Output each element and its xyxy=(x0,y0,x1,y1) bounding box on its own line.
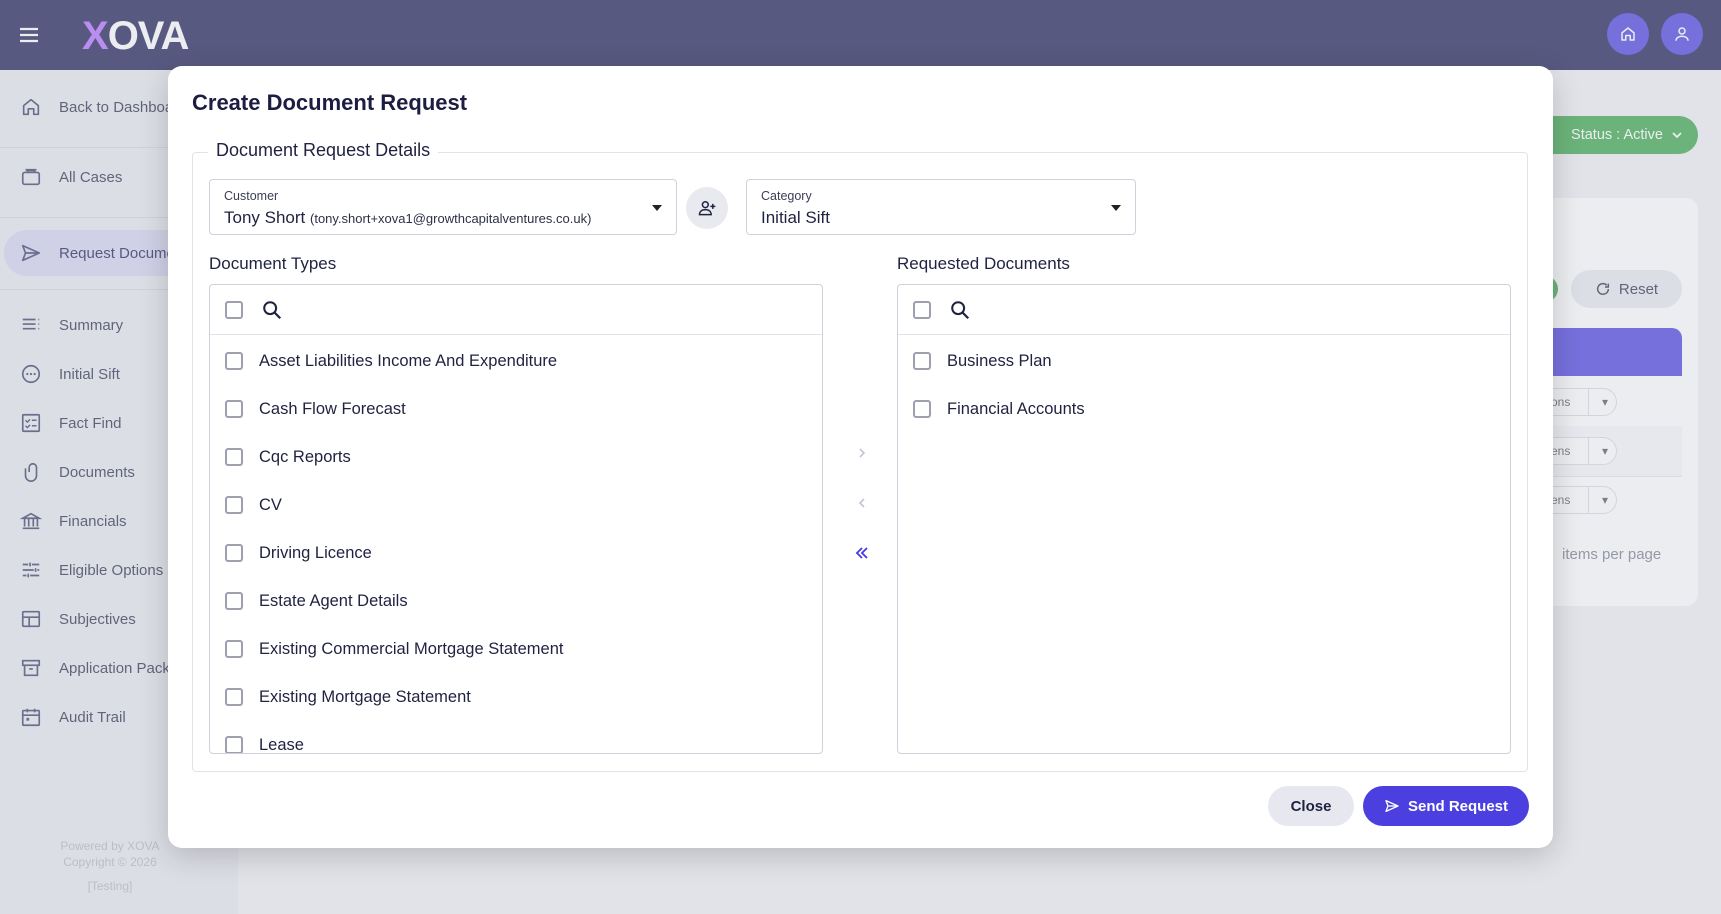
create-document-request-dialog: Create Document Request Document Request… xyxy=(168,66,1553,848)
customer-email: (tony.short+xova1@growthcapitalventures.… xyxy=(310,211,592,226)
double-chevron-left-icon xyxy=(855,547,868,559)
item-label: Estate Agent Details xyxy=(259,591,408,610)
category-select[interactable]: Category Initial Sift xyxy=(746,179,1136,235)
document-types-list: Asset Liabilities Income And Expenditure… xyxy=(209,284,823,754)
send-icon xyxy=(1385,800,1399,812)
item-checkbox[interactable] xyxy=(225,400,243,418)
document-types-title: Document Types xyxy=(209,254,337,273)
customer-name: Tony Short xyxy=(224,208,306,227)
move-left-button[interactable] xyxy=(851,492,873,514)
user-plus-icon xyxy=(698,201,716,216)
item-label: Existing Commercial Mortgage Statement xyxy=(259,639,564,658)
list-item[interactable]: Asset Liabilities Income And Expenditure xyxy=(210,337,822,385)
item-checkbox[interactable] xyxy=(913,352,931,370)
item-label: CV xyxy=(259,495,282,514)
item-label: Existing Mortgage Statement xyxy=(259,687,471,706)
list-item[interactable]: Lease xyxy=(210,721,822,754)
list-item[interactable]: Cqc Reports xyxy=(210,433,822,481)
item-label: Cash Flow Forecast xyxy=(259,399,406,418)
item-checkbox[interactable] xyxy=(225,544,243,562)
list-item[interactable]: Driving Licence xyxy=(210,529,822,577)
move-right-button[interactable] xyxy=(851,442,873,464)
item-label: Financial Accounts xyxy=(947,399,1085,418)
item-checkbox[interactable] xyxy=(225,448,243,466)
send-request-button[interactable]: Send Request xyxy=(1363,786,1529,826)
item-label: Cqc Reports xyxy=(259,447,351,466)
list-item[interactable]: Estate Agent Details xyxy=(210,577,822,625)
list-header xyxy=(898,285,1510,335)
list-item[interactable]: CV xyxy=(210,481,822,529)
customer-value: Tony Short (tony.short+xova1@growthcapit… xyxy=(224,208,591,228)
list-body: Business Plan Financial Accounts xyxy=(898,335,1510,433)
list-item[interactable]: Cash Flow Forecast xyxy=(210,385,822,433)
item-checkbox[interactable] xyxy=(225,496,243,514)
item-checkbox[interactable] xyxy=(913,400,931,418)
category-value: Initial Sift xyxy=(761,208,830,227)
item-label: Lease xyxy=(259,735,304,754)
section-title: Document Request Details xyxy=(208,140,439,161)
category-label: Category xyxy=(761,189,812,203)
item-checkbox[interactable] xyxy=(225,736,243,753)
customer-select[interactable]: Customer Tony Short (tony.short+xova1@gr… xyxy=(209,179,677,235)
item-checkbox[interactable] xyxy=(225,640,243,658)
list-header xyxy=(210,285,822,335)
item-checkbox[interactable] xyxy=(225,352,243,370)
requested-documents-title: Requested Documents xyxy=(897,254,1070,273)
item-label: Driving Licence xyxy=(259,543,372,562)
list-item[interactable]: Business Plan xyxy=(898,337,1510,385)
list-item[interactable]: Financial Accounts xyxy=(898,385,1510,433)
select-all-checkbox[interactable] xyxy=(913,300,931,319)
list-item[interactable]: Existing Commercial Mortgage Statement xyxy=(210,625,822,673)
item-label: Business Plan xyxy=(947,351,1052,370)
search-icon[interactable] xyxy=(949,299,971,321)
dialog-title: Create Document Request xyxy=(192,90,468,115)
customer-label: Customer xyxy=(224,189,279,203)
chevron-left-icon xyxy=(858,498,865,508)
move-all-left-button[interactable] xyxy=(851,542,873,564)
list-body: Asset Liabilities Income And Expenditure… xyxy=(210,335,822,754)
list-item[interactable]: Existing Mortgage Statement xyxy=(210,673,822,721)
item-checkbox[interactable] xyxy=(225,688,243,706)
send-request-label: Send Request xyxy=(1407,797,1509,815)
add-customer-button[interactable] xyxy=(686,187,728,229)
select-all-checkbox[interactable] xyxy=(225,300,243,319)
close-button[interactable]: Close xyxy=(1268,786,1354,826)
item-label: Asset Liabilities Income And Expenditure xyxy=(259,351,558,370)
search-icon[interactable] xyxy=(261,299,283,321)
caret-down-icon xyxy=(1111,205,1121,211)
caret-down-icon xyxy=(652,205,662,211)
requested-documents-list: Business Plan Financial Accounts xyxy=(897,284,1511,754)
chevron-right-icon xyxy=(859,448,866,458)
item-checkbox[interactable] xyxy=(225,592,243,610)
